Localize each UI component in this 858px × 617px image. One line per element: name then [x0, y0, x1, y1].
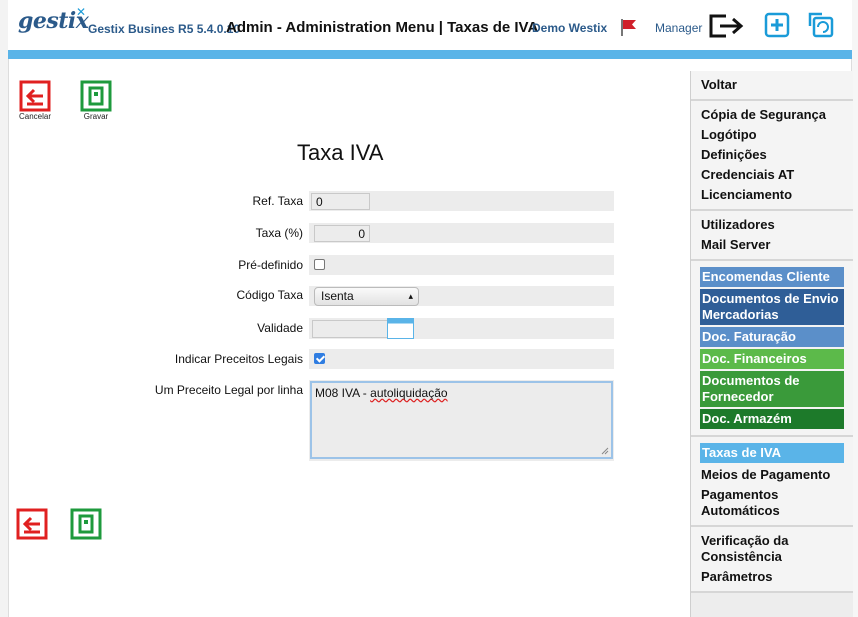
- company-name[interactable]: Demo Westix: [532, 21, 607, 35]
- menu-item-copia-de-seguranca[interactable]: Cópia de Segurança: [691, 105, 853, 125]
- logout-icon[interactable]: [708, 12, 746, 40]
- cancel-label: Cancelar: [18, 112, 51, 121]
- code-select-value: Isenta: [321, 289, 354, 303]
- save-button-bottom[interactable]: [64, 508, 108, 540]
- menu-item-doc-armazem[interactable]: Doc. Armazém: [700, 409, 844, 429]
- user-name[interactable]: Manager: [655, 21, 702, 35]
- menu-item-documentos-de-fornecedor[interactable]: Documentos de Fornecedor: [700, 371, 844, 407]
- refresh-window-icon[interactable]: [808, 12, 834, 38]
- app-version: Gestix Busines R5 5.4.0.10: [88, 22, 241, 36]
- resize-handle-icon[interactable]: [601, 447, 609, 455]
- menu-item-definicoes[interactable]: Definições: [691, 145, 853, 165]
- app-header: gestix ✕ Gestix Busines R5 5.4.0.10 Admi…: [8, 0, 852, 50]
- validity-label: Validade: [257, 321, 303, 335]
- default-label: Pré-definido: [238, 258, 303, 272]
- cancel-icon: [16, 508, 48, 540]
- admin-menu: Voltar Cópia de Segurança Logótipo Definiçõ…: [690, 71, 853, 617]
- code-label: Código Taxa: [236, 288, 304, 302]
- add-window-icon[interactable]: [764, 12, 790, 38]
- select-arrows-icon: ▴: [408, 291, 413, 301]
- cancel-button-bottom[interactable]: [10, 508, 54, 540]
- rate-label: Taxa (%): [255, 226, 303, 240]
- accent-bar: [8, 50, 852, 59]
- background-page-left: [0, 0, 9, 617]
- ref-label: Ref. Taxa: [252, 194, 303, 208]
- legal-text-word: autoliquidação: [370, 386, 448, 400]
- logo-mark-icon: ✕: [76, 5, 87, 19]
- menu-item-voltar[interactable]: Voltar: [691, 75, 853, 95]
- legal-text-prefix: M08 IVA -: [315, 386, 371, 400]
- menu-item-verificacao-da-consistencia[interactable]: Verificação da Consistência: [691, 531, 853, 567]
- menu-item-doc-faturacao[interactable]: Doc. Faturação: [700, 327, 844, 347]
- page-heading: Admin - Administration Menu | Taxas de I…: [226, 19, 539, 36]
- menu-item-licenciamento[interactable]: Licenciamento: [691, 185, 853, 205]
- save-icon: [80, 80, 112, 112]
- validity-input[interactable]: [312, 320, 388, 338]
- menu-item-mail-server[interactable]: Mail Server: [691, 235, 853, 255]
- menu-item-logotipo[interactable]: Logótipo: [691, 125, 853, 145]
- menu-item-meios-de-pagamento[interactable]: Meios de Pagamento: [691, 465, 853, 485]
- save-icon: [70, 508, 102, 540]
- menu-group: Cópia de Segurança Logótipo Definições Cred…: [691, 101, 853, 211]
- legal-label: Indicar Preceitos Legais: [174, 352, 303, 366]
- menu-group: Encomendas Cliente Documentos de Envio Me…: [691, 261, 853, 437]
- menu-item-parametros[interactable]: Parâmetros: [691, 567, 853, 587]
- legal-text-area[interactable]: M08 IVA - autoliquidação: [310, 381, 613, 459]
- save-label: Gravar: [83, 112, 109, 121]
- menu-group: Taxas de IVA Meios de Pagamento Pagamentos…: [691, 437, 853, 527]
- menu-item-taxas-de-iva[interactable]: Taxas de IVA: [700, 443, 844, 463]
- field-row-bg: [309, 255, 614, 275]
- ref-input[interactable]: 0: [311, 193, 370, 210]
- code-select[interactable]: Isenta ▴: [314, 287, 419, 306]
- menu-item-utilizadores[interactable]: Utilizadores: [691, 215, 853, 235]
- legal-checkbox[interactable]: [314, 353, 325, 364]
- rate-input[interactable]: 0: [314, 225, 370, 242]
- calendar-icon[interactable]: [387, 318, 414, 339]
- menu-item-doc-financeiros[interactable]: Doc. Financeiros: [700, 349, 844, 369]
- flag-icon[interactable]: [618, 16, 640, 38]
- menu-group: Voltar: [691, 71, 853, 101]
- menu-group: Utilizadores Mail Server: [691, 211, 853, 261]
- menu-item-pagamentos-automaticos[interactable]: Pagamentos Automáticos: [691, 485, 853, 521]
- save-button[interactable]: Gravar: [74, 80, 118, 121]
- per-line-label: Um Preceito Legal por linha: [154, 383, 303, 397]
- menu-item-credenciais-at[interactable]: Credenciais AT: [691, 165, 853, 185]
- menu-item-documentos-de-envio-mercadorias[interactable]: Documentos de Envio Mercadorias: [700, 289, 844, 325]
- default-checkbox[interactable]: [314, 259, 325, 270]
- menu-item-encomendas-cliente[interactable]: Encomendas Cliente: [700, 267, 844, 287]
- menu-group: Verificação da Consistência Parâmetros: [691, 527, 853, 593]
- cancel-button[interactable]: Cancelar: [13, 80, 57, 121]
- field-row-bg: [309, 349, 614, 369]
- cancel-icon: [19, 80, 51, 112]
- form-title: Taxa IVA: [297, 140, 384, 165]
